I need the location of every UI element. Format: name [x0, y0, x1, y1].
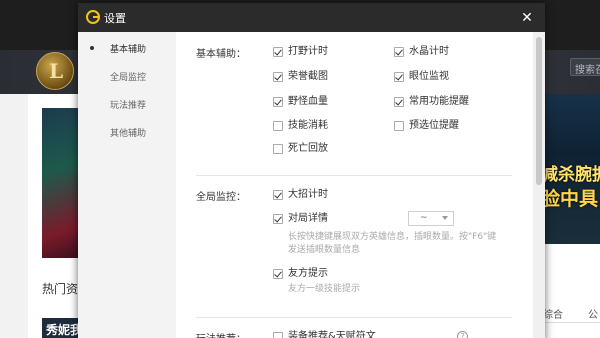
option-label: 野怪血量 — [288, 96, 328, 107]
news-tab-2[interactable]: 公 — [588, 306, 598, 321]
option-label: 友方提示 — [288, 268, 328, 279]
match-detail-hint-2: 发送插眼数量信息 — [288, 245, 361, 255]
checkbox[interactable] — [273, 72, 283, 82]
checkbox[interactable] — [273, 214, 283, 224]
sidebar-item-other[interactable]: 其他辅助 — [78, 120, 176, 146]
checkbox[interactable] — [273, 332, 283, 338]
news-thumbnail[interactable]: 秀妮我 — [42, 318, 82, 338]
checkbox[interactable] — [394, 97, 404, 107]
dialog-titlebar[interactable]: 设置 ✕ — [78, 3, 545, 32]
close-button[interactable]: ✕ — [516, 7, 538, 29]
sidebar-item-label: 基本辅助 — [110, 45, 147, 55]
option-label: 打野计时 — [288, 46, 328, 57]
option-label: 死亡回放 — [288, 143, 328, 154]
active-bullet-icon — [90, 46, 94, 50]
news-thumbnail-text: 秀妮我 — [46, 323, 83, 337]
ally-tip-hint: 友方一级技能提示 — [288, 284, 361, 294]
news-tab-divider — [543, 322, 600, 323]
settings-dialog: 设置 ✕ 基本辅助 全局监控 玩法推荐 其他辅助 基本辅助： 打野计时 水晶计时 — [78, 3, 545, 338]
sidebar-item-label: 其他辅助 — [110, 129, 147, 139]
section-label-global: 全局监控： — [196, 192, 246, 203]
sidebar-item-recommend[interactable]: 玩法推荐 — [78, 92, 176, 118]
settings-content: 基本辅助： 打野计时 水晶计时 荣誉截图 眼位监视 野怪血量 常用功能提醒 技能… — [176, 32, 530, 338]
section-divider — [196, 317, 512, 318]
option-label: 大招计时 — [288, 189, 328, 200]
option-label: 荣誉截图 — [288, 71, 328, 82]
news-tab-1[interactable]: 综合 — [543, 306, 563, 321]
sidebar-item-basic[interactable]: 基本辅助 — [78, 36, 176, 62]
checkbox[interactable] — [273, 97, 283, 107]
checkbox[interactable] — [394, 47, 404, 57]
game-logo-letter: L — [49, 59, 64, 83]
game-logo[interactable]: L — [36, 52, 74, 90]
banner-text-line1: 减杀腕拥 — [541, 165, 600, 185]
banner-text-line2: 脸中具 — [541, 188, 599, 210]
sidebar-item-label: 全局监控 — [110, 73, 147, 83]
section-divider — [196, 175, 512, 176]
help-icon[interactable]: ? — [457, 331, 468, 338]
dialog-title: 设置 — [104, 12, 126, 25]
sidebar-item-label: 玩法推荐 — [110, 101, 147, 111]
checkbox[interactable] — [273, 121, 283, 131]
section-label-basic: 基本辅助： — [196, 49, 246, 60]
checkbox[interactable] — [394, 121, 404, 131]
background-banner-left[interactable] — [42, 108, 82, 258]
app-logo-icon — [86, 10, 100, 24]
hotkey-select[interactable]: ~ — [408, 211, 454, 226]
checkbox[interactable] — [273, 269, 283, 279]
option-label: 常用功能提醒 — [409, 96, 469, 107]
match-detail-hint-1: 长按快捷键展现双方英雄信息，插眼数量。按"F6"键 — [288, 232, 497, 242]
checkbox[interactable] — [273, 190, 283, 200]
background-search-input[interactable]: 搜索召 — [570, 58, 600, 76]
settings-sidebar: 基本辅助 全局监控 玩法推荐 其他辅助 — [78, 32, 176, 338]
checkbox[interactable] — [273, 144, 283, 154]
section-label-recommend: 玩法推荐： — [196, 330, 246, 338]
hotkey-select-value: ~ — [420, 213, 428, 223]
content-scrollbar[interactable] — [533, 32, 545, 338]
option-label: 预选位提醒 — [409, 120, 459, 131]
option-label: 水晶计时 — [409, 46, 449, 57]
option-label: 装备推荐&天赋符文 — [288, 331, 376, 338]
option-label: 眼位监视 — [409, 71, 449, 82]
checkbox[interactable] — [394, 72, 404, 82]
option-label: 对局详情 — [288, 213, 328, 224]
option-label: 技能消耗 — [288, 120, 328, 131]
checkbox[interactable] — [273, 47, 283, 57]
close-icon: ✕ — [521, 10, 533, 26]
chevron-down-icon — [442, 216, 448, 220]
sidebar-item-global[interactable]: 全局监控 — [78, 64, 176, 90]
scrollbar-thumb[interactable] — [536, 37, 542, 185]
